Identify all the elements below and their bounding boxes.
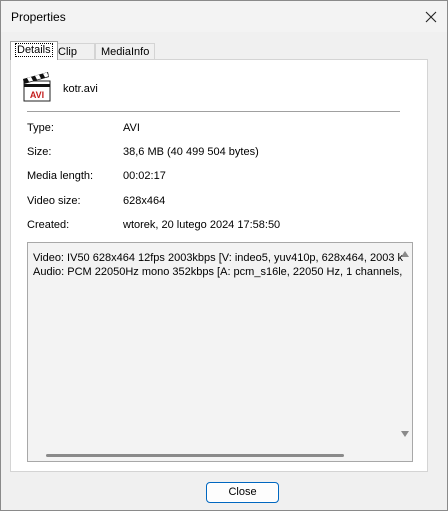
type-label: Type: — [27, 122, 54, 134]
window-close-button[interactable] — [415, 1, 447, 32]
properties-window: Properties Details Clip MediaInfo AVI ko… — [0, 0, 448, 511]
scroll-up-arrow-icon[interactable] — [401, 251, 409, 257]
avi-clapperboard-icon: AVI — [23, 72, 51, 102]
horizontal-scrollbar[interactable] — [28, 447, 412, 461]
created-label: Created: — [27, 219, 70, 231]
tab-details-label: Details — [15, 43, 53, 57]
size-value: 38,6 MB (40 499 504 bytes) — [123, 146, 259, 158]
separator — [27, 111, 400, 112]
stream-info-text[interactable]: Video: IV50 628x464 12fps 2003kbps [V: i… — [33, 251, 403, 279]
media-length-value: 00:02:17 — [123, 170, 166, 182]
video-size-value: 628x464 — [123, 195, 166, 207]
created-value: wtorek, 20 lutego 2024 17:58:50 — [123, 219, 281, 231]
tab-mediainfo-label: MediaInfo — [101, 46, 150, 58]
video-size-label: Video size: — [27, 195, 81, 207]
horizontal-scroll-thumb[interactable] — [46, 454, 344, 457]
audio-stream-line: Audio: PCM 22050Hz mono 352kbps [A: pcm_… — [33, 266, 403, 278]
close-icon — [425, 11, 437, 22]
stream-info-box[interactable]: Video: IV50 628x464 12fps 2003kbps [V: i… — [27, 242, 413, 462]
details-panel: AVI kotr.avi Type: AVI Size: 38,6 MB (40… — [10, 59, 428, 472]
svg-text:AVI: AVI — [30, 90, 44, 100]
size-label: Size: — [27, 146, 52, 158]
vertical-scrollbar[interactable] — [398, 243, 412, 447]
tab-clip[interactable]: Clip — [52, 43, 95, 59]
close-button[interactable]: Close — [206, 482, 279, 503]
scroll-down-arrow-icon[interactable] — [401, 431, 409, 437]
tab-mediainfo[interactable]: MediaInfo — [95, 43, 155, 59]
tab-clip-label: Clip — [58, 46, 77, 58]
video-stream-line: Video: IV50 628x464 12fps 2003kbps [V: i… — [33, 252, 403, 264]
tab-details[interactable]: Details — [10, 41, 58, 60]
media-length-label: Media length: — [27, 170, 94, 182]
type-value: AVI — [123, 122, 140, 134]
title-bar[interactable]: Properties — [1, 1, 447, 32]
window-title: Properties — [11, 10, 66, 24]
file-name: kotr.avi — [63, 83, 98, 95]
